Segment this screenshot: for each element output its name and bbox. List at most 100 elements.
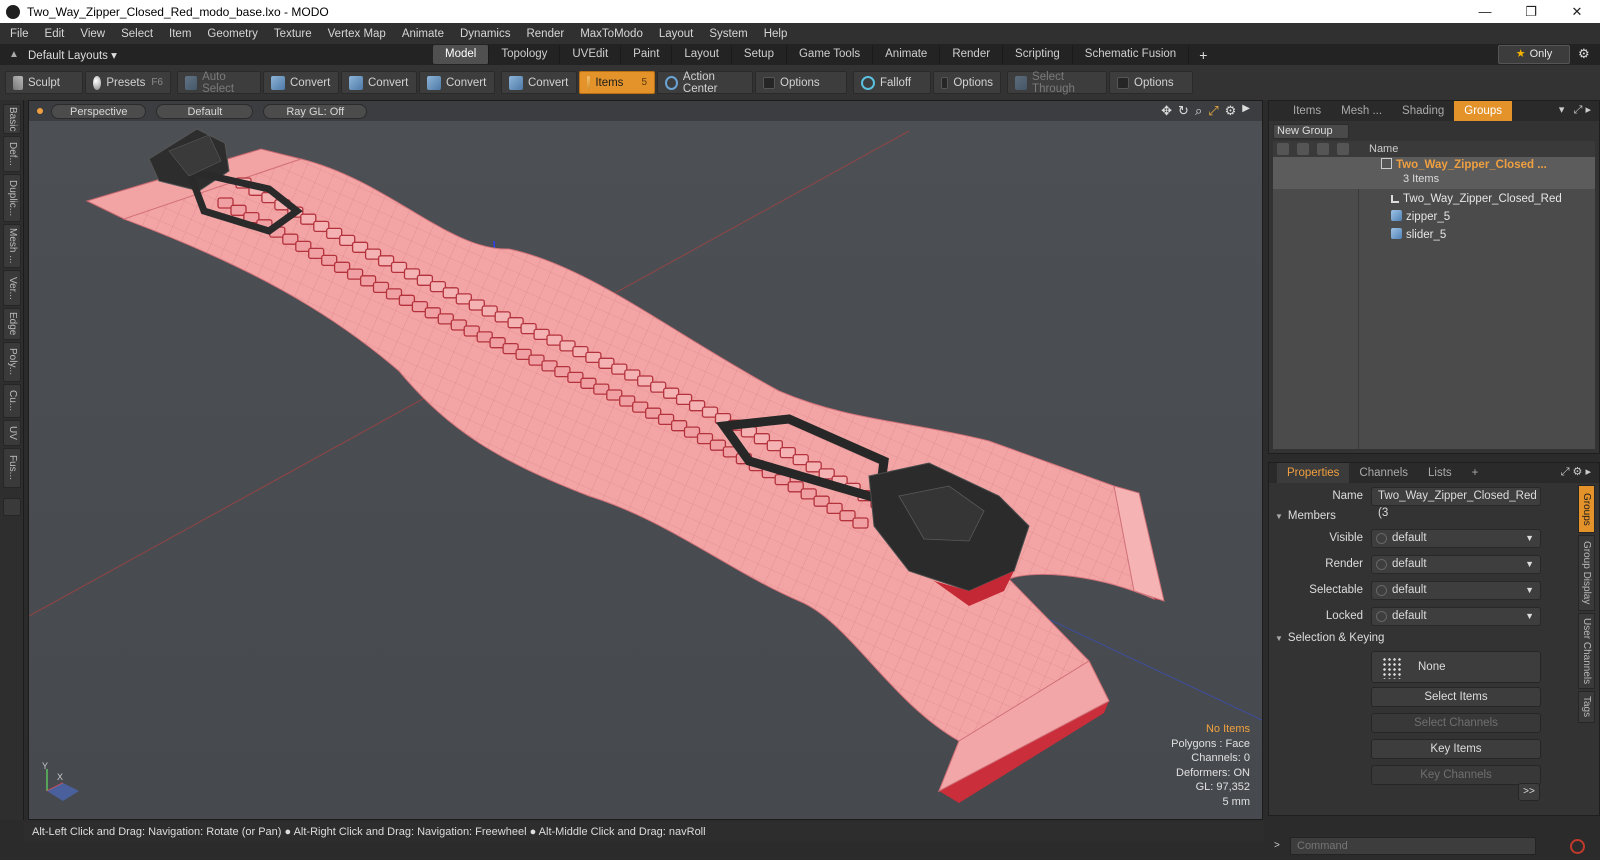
tree-item-locator[interactable]: Two_Way_Zipper_Closed_Red (1273, 191, 1595, 208)
side-tab-tags[interactable]: Tags (1578, 691, 1595, 723)
menu-dynamics[interactable]: Dynamics (452, 28, 518, 40)
raygl-toggle[interactable]: Ray GL: Off (263, 103, 368, 119)
select-through-button[interactable]: Select Through (1007, 71, 1107, 95)
menu-edit[interactable]: Edit (37, 28, 73, 40)
restore-button[interactable]: ❐ (1508, 0, 1554, 23)
select-icon[interactable] (1337, 143, 1349, 155)
left-tab-vertex[interactable]: Ver... (3, 270, 21, 306)
menu-geometry[interactable]: Geometry (199, 28, 266, 40)
side-tab-group-display[interactable]: Group Display (1578, 535, 1595, 611)
action-center-button[interactable]: Action Center (657, 71, 753, 95)
only-toggle-button[interactable]: ★ Only (1498, 45, 1570, 64)
menu-vertex-map[interactable]: Vertex Map (320, 28, 394, 40)
tab-render[interactable]: Render (940, 45, 1004, 64)
visible-dropdown[interactable]: default ▼ (1371, 529, 1541, 548)
tab-shading[interactable]: Shading (1392, 101, 1454, 121)
tab-groups[interactable]: Groups (1454, 101, 1512, 121)
action-center-options-button[interactable]: Options (755, 71, 847, 94)
group-row[interactable]: Two_Way_Zipper_Closed ... 3 Items (1273, 157, 1595, 189)
left-tab-fusion[interactable]: Fus... (3, 448, 21, 488)
selection-keying-section[interactable]: ▼ Selection & Keying (1275, 632, 1384, 644)
left-tab-edge[interactable]: Edge (3, 308, 21, 340)
left-tab-duplicate[interactable]: Duplic... (3, 174, 21, 222)
close-button[interactable]: ✕ (1554, 0, 1600, 23)
tab-schematic-fusion[interactable]: Schematic Fusion (1073, 45, 1190, 64)
shading-style-dropdown[interactable]: Default (156, 103, 254, 119)
left-tab-polygon[interactable]: Poly... (3, 342, 21, 382)
tree-item-zipper[interactable]: zipper_5 (1273, 209, 1595, 226)
convert-polygons-button[interactable]: Convert (419, 71, 495, 94)
falloff-button[interactable]: Falloff (853, 71, 931, 94)
maximize-icon[interactable]: ⤢ (1208, 103, 1218, 119)
tab-setup[interactable]: Setup (732, 45, 787, 64)
perspective-dropdown[interactable]: Perspective (51, 103, 147, 119)
minimize-button[interactable]: — (1462, 0, 1508, 23)
pan-icon[interactable]: ✥ (1161, 103, 1172, 119)
pin-icon[interactable]: ▲ (0, 49, 28, 60)
left-tab-extra[interactable] (3, 498, 21, 516)
viewport-menu-dot[interactable] (37, 108, 43, 114)
name-field[interactable]: Two_Way_Zipper_Closed_Red (3 (1371, 487, 1541, 519)
menu-file[interactable]: File (0, 28, 37, 40)
tab-items[interactable]: Items (1277, 101, 1331, 121)
presets-button[interactable]: Presets F6 (85, 71, 171, 94)
tab-scripting[interactable]: Scripting (1003, 45, 1073, 64)
menu-texture[interactable]: Texture (266, 28, 320, 40)
items-mode-button[interactable]: Items 5 (579, 71, 655, 94)
convert-edges-button[interactable]: Convert (341, 71, 417, 94)
key-items-button[interactable]: Key Items (1371, 739, 1541, 759)
command-input[interactable] (1290, 837, 1536, 855)
tab-properties[interactable]: Properties (1277, 463, 1350, 483)
add-tab-button[interactable]: + (1462, 463, 1489, 483)
left-tab-curve[interactable]: Cu... (3, 384, 21, 418)
sculpt-button[interactable]: Sculpt (5, 71, 83, 94)
tab-channels[interactable]: Channels (1349, 463, 1418, 483)
render-icon[interactable] (1297, 143, 1309, 155)
tab-paint[interactable]: Paint (621, 45, 673, 64)
lock-icon[interactable] (1317, 143, 1329, 155)
menu-view[interactable]: View (72, 28, 113, 40)
selection-set-none[interactable]: None (1371, 651, 1541, 683)
selectable-dropdown[interactable]: default ▼ (1371, 581, 1541, 600)
new-group-button[interactable]: New Group (1273, 124, 1349, 139)
viewport-settings-icon[interactable]: ⚙ (1225, 103, 1237, 119)
tab-lists[interactable]: Lists (1418, 463, 1462, 483)
render-dropdown[interactable]: default ▼ (1371, 555, 1541, 574)
tab-animate[interactable]: Animate (873, 45, 941, 64)
tab-uvedit[interactable]: UVEdit (560, 45, 622, 64)
select-items-button[interactable]: Select Items (1371, 687, 1541, 707)
record-macro-icon[interactable] (1570, 839, 1585, 854)
eye-icon[interactable] (1277, 143, 1289, 155)
left-tab-mesh[interactable]: Mesh ... (3, 224, 21, 268)
tree-item-slider[interactable]: slider_5 (1273, 227, 1595, 244)
default-layouts-dropdown[interactable]: Default Layouts ▾ (28, 48, 433, 62)
tab-layout[interactable]: Layout (672, 45, 732, 64)
panel-expand-icon[interactable]: ⤢ ⚙ ▸ (1561, 465, 1591, 479)
left-tab-uv[interactable]: UV (3, 420, 21, 446)
side-tab-user-channels[interactable]: User Channels (1578, 613, 1595, 689)
select-through-options-button[interactable]: Options (1109, 71, 1193, 94)
menu-animate[interactable]: Animate (394, 28, 452, 40)
menu-select[interactable]: Select (113, 28, 161, 40)
menu-render[interactable]: Render (518, 28, 572, 40)
side-tab-groups[interactable]: Groups (1578, 485, 1595, 533)
convert-items-button[interactable]: Convert (501, 71, 577, 94)
tab-model[interactable]: Model (433, 45, 490, 64)
3d-viewport[interactable]: Y X Perspective Default Ray GL: Off ✥ ↻ … (28, 100, 1263, 820)
key-channels-button[interactable]: Key Channels (1371, 765, 1541, 785)
auto-select-button[interactable]: Auto Select (177, 71, 261, 95)
add-layout-tab-button[interactable]: + (1189, 47, 1217, 63)
viewport-more-icon[interactable]: ▶ (1242, 103, 1250, 119)
menu-system[interactable]: System (701, 28, 755, 40)
menu-help[interactable]: Help (756, 28, 796, 40)
menu-layout[interactable]: Layout (651, 28, 702, 40)
tab-game-tools[interactable]: Game Tools (787, 45, 874, 64)
zoom-icon[interactable]: ⌕ (1195, 103, 1202, 119)
menu-maxtomodo[interactable]: MaxToModo (572, 28, 651, 40)
members-section[interactable]: ▼ Members (1275, 510, 1336, 522)
left-tab-basic[interactable]: Basic (3, 104, 21, 134)
select-channels-button[interactable]: Select Channels (1371, 713, 1541, 733)
panel-expand-icon[interactable]: ▾ ⤢ ▸ (1559, 103, 1591, 117)
more-button[interactable]: >> (1518, 783, 1540, 801)
locked-dropdown[interactable]: default ▼ (1371, 607, 1541, 626)
